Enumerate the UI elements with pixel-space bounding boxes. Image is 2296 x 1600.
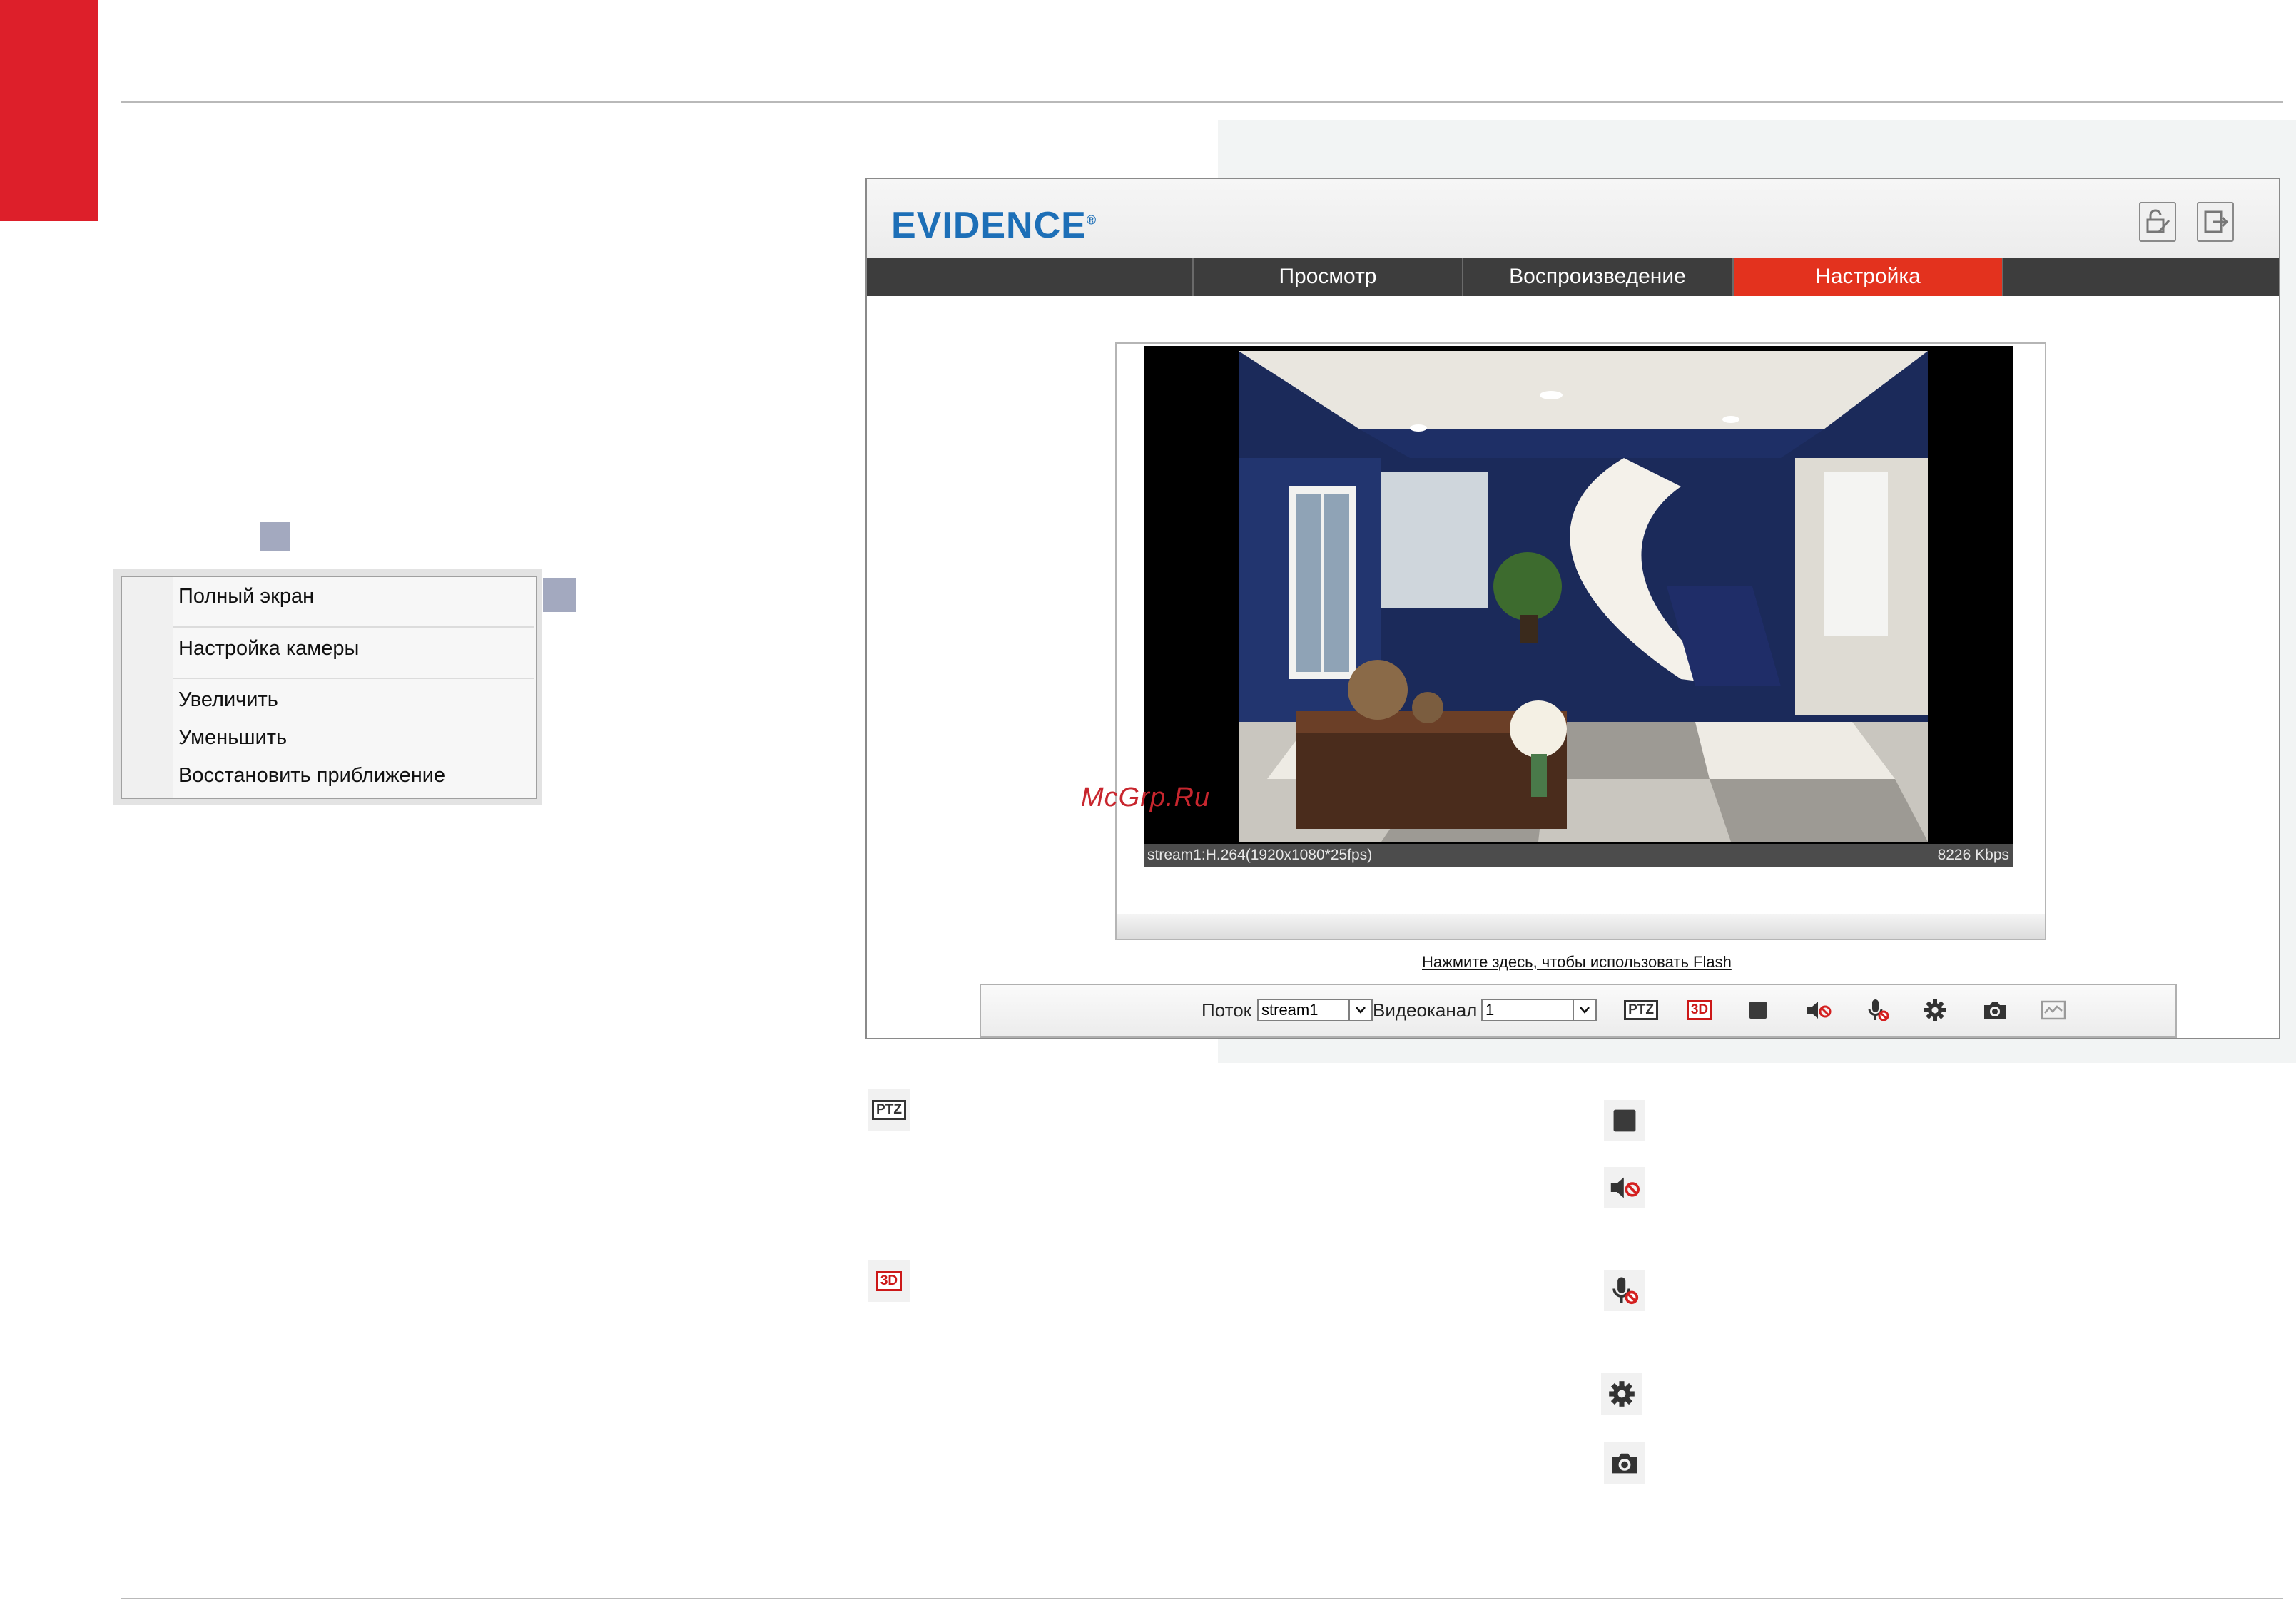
tab-divider bbox=[2002, 258, 2003, 296]
ptz-icon: PTZ bbox=[872, 1100, 906, 1120]
tab-settings[interactable]: Настройка bbox=[1732, 258, 2002, 296]
channel-select[interactable]: 1 bbox=[1481, 999, 1597, 1021]
motion-button[interactable] bbox=[2038, 996, 2068, 1024]
legend-stop bbox=[1604, 1100, 1645, 1141]
stream-status-bar: stream1:H.264(1920x1080*25fps) 8226 Kbps bbox=[1144, 844, 2013, 867]
callout-marker bbox=[260, 522, 290, 551]
settings-button[interactable] bbox=[1920, 996, 1950, 1024]
stream-select-value: stream1 bbox=[1261, 1001, 1319, 1019]
microphone-button[interactable] bbox=[1863, 996, 1893, 1024]
sound-button[interactable] bbox=[1804, 996, 1834, 1024]
settings-gear-icon bbox=[1924, 999, 1946, 1021]
sound-muted-icon bbox=[1807, 1002, 1832, 1019]
menu-separator bbox=[173, 626, 534, 628]
menu-item-fullscreen[interactable]: Полный экран bbox=[178, 585, 314, 608]
chevron-down-icon bbox=[1348, 1000, 1371, 1020]
menu-separator bbox=[173, 678, 534, 679]
watermark: McGrp.Ru bbox=[1081, 783, 1211, 812]
ptz-icon: PTZ bbox=[1624, 1000, 1658, 1020]
top-rule bbox=[121, 101, 2283, 103]
legend-3d: 3D bbox=[868, 1260, 910, 1302]
corner-accent-block bbox=[0, 0, 98, 221]
sound-muted-icon bbox=[1610, 1177, 1640, 1198]
3d-icon: 3D bbox=[875, 1271, 903, 1291]
bottom-rule bbox=[121, 1598, 2283, 1599]
tab-view[interactable]: Просмотр bbox=[1192, 258, 1462, 296]
channel-select-value: 1 bbox=[1485, 1001, 1495, 1019]
logout-button[interactable] bbox=[2197, 202, 2234, 242]
stop-icon bbox=[1613, 1109, 1636, 1132]
menu-item-zoom-out[interactable]: Уменьшить bbox=[178, 726, 287, 750]
settings-gear-icon bbox=[1609, 1381, 1635, 1407]
context-menu-gutter bbox=[122, 577, 173, 798]
callout-marker bbox=[543, 578, 576, 612]
evidence-logo: EVIDENCE® bbox=[891, 205, 1097, 246]
legend-settings bbox=[1601, 1373, 1642, 1415]
logout-icon bbox=[2204, 210, 2229, 233]
snapshot-button[interactable] bbox=[1980, 996, 2010, 1024]
menu-item-camera-settings[interactable]: Настройка камеры bbox=[178, 637, 359, 661]
menu-item-zoom-in[interactable]: Увеличить bbox=[178, 688, 278, 712]
mic-muted-icon bbox=[1868, 999, 1889, 1021]
stream-label: Поток bbox=[1202, 999, 1252, 1021]
3d-icon: 3D bbox=[1686, 1000, 1713, 1020]
bitrate: 8226 Kbps bbox=[1937, 847, 2009, 863]
legend-microphone bbox=[1604, 1270, 1645, 1311]
motion-icon bbox=[2041, 1000, 2066, 1020]
camera-snapshot-icon bbox=[1984, 1002, 2006, 1019]
chevron-down-icon bbox=[1573, 1000, 1595, 1020]
stop-button[interactable] bbox=[1743, 996, 1773, 1024]
stop-icon bbox=[1749, 1002, 1767, 1019]
player-footer bbox=[1117, 914, 2045, 939]
legend-sound bbox=[1604, 1167, 1645, 1208]
menu-item-reset-zoom[interactable]: Восстановить приближение bbox=[178, 764, 445, 788]
3d-button[interactable]: 3D bbox=[1685, 996, 1715, 1024]
legend-ptz: PTZ bbox=[868, 1089, 910, 1131]
tab-playback[interactable]: Воспроизведение bbox=[1462, 258, 1732, 296]
stream-info: stream1:H.264(1920x1080*25fps) bbox=[1147, 847, 1373, 863]
lock-edit-icon bbox=[2146, 209, 2170, 233]
channel-label: Видеоканал bbox=[1373, 999, 1478, 1021]
use-flash-link[interactable]: Нажмите здесь, чтобы использовать Flash bbox=[1422, 953, 1732, 972]
camera-live-image bbox=[1239, 351, 1928, 842]
ptz-button[interactable]: PTZ bbox=[1624, 996, 1658, 1024]
lock-edit-button[interactable] bbox=[2139, 202, 2176, 242]
camera-snapshot-icon bbox=[1612, 1453, 1637, 1474]
mic-muted-icon bbox=[1612, 1277, 1639, 1305]
legend-snapshot bbox=[1604, 1442, 1645, 1484]
stream-select[interactable]: stream1 bbox=[1257, 999, 1373, 1021]
